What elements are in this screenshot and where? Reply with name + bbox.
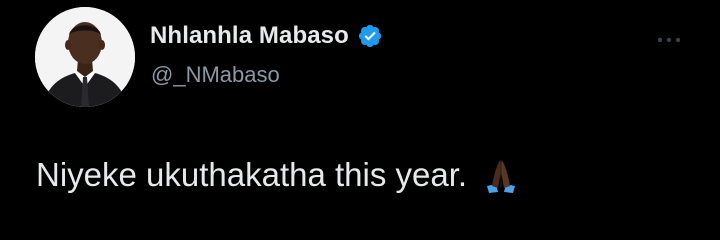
tweet-card: Nhlanhla Mabaso @_NMabaso Niyeke ukuthak…	[0, 0, 720, 240]
verified-badge-icon	[357, 23, 383, 49]
avatar-photo	[35, 7, 135, 107]
tweet-text: Niyeke ukuthakatha this year.	[36, 156, 468, 193]
tweet-text-row: Niyeke ukuthakatha this year.	[36, 156, 521, 194]
author-name-row: Nhlanhla Mabaso	[150, 22, 383, 50]
author-display-name[interactable]: Nhlanhla Mabaso	[150, 22, 349, 50]
folded-hands-icon	[481, 158, 521, 194]
avatar[interactable]	[35, 7, 135, 107]
author-handle[interactable]: @_NMabaso	[151, 62, 280, 88]
more-options-icon[interactable]	[656, 32, 682, 43]
